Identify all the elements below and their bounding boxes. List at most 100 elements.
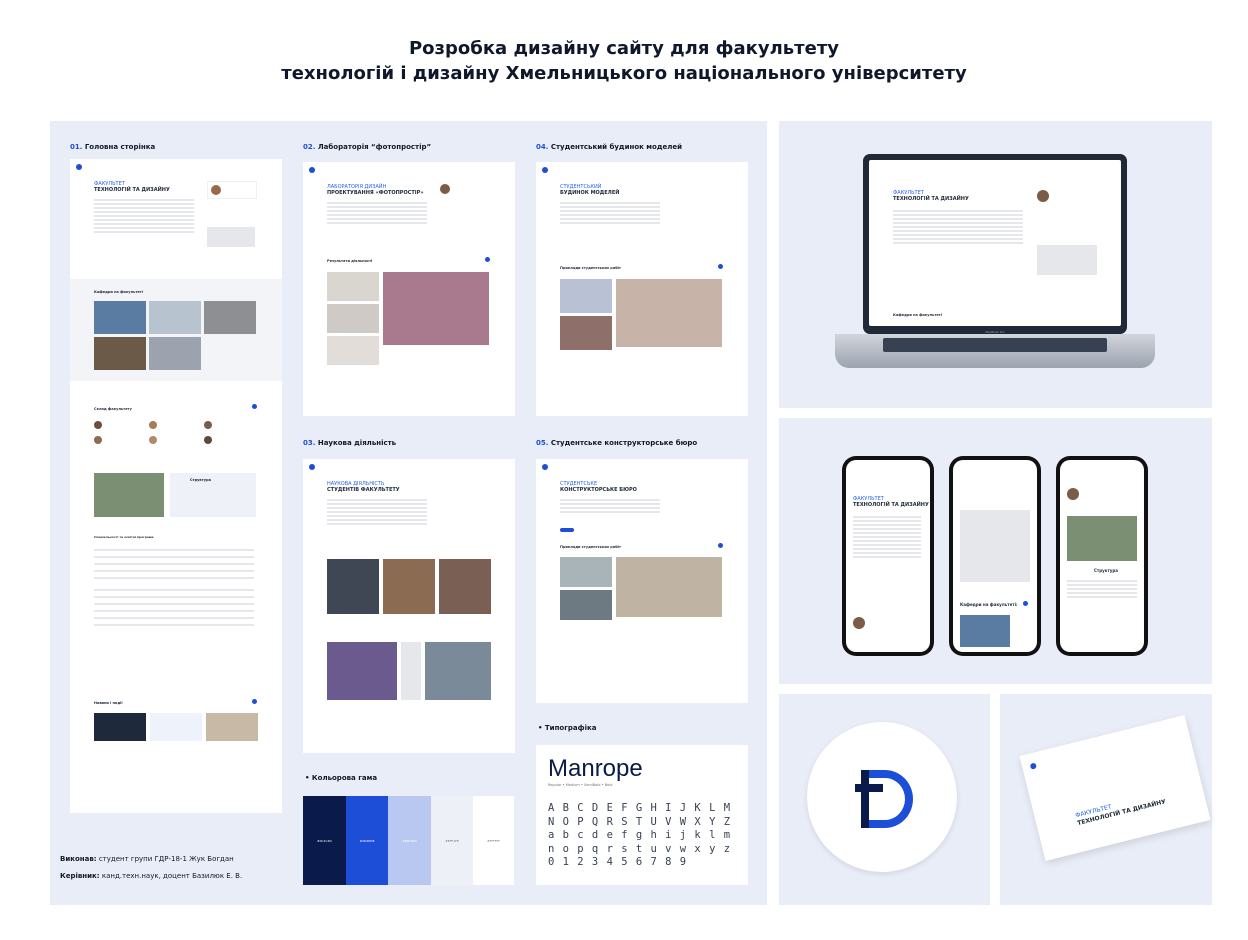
news-image	[206, 713, 258, 741]
page-title: Розробка дизайну сайту для факультету те…	[281, 38, 967, 84]
keyboard	[883, 338, 1107, 352]
logo-icon	[309, 464, 315, 470]
science-photo	[383, 559, 435, 614]
map-thumbnail	[207, 227, 255, 247]
science-page-mockup: НАУКОВА ДІЯЛЬНІСТЬ СТУДЕНТІВ ФАКУЛЬТЕТУ	[303, 459, 515, 753]
science-hero-title: НАУКОВА ДІЯЛЬНІСТЬ СТУДЕНТІВ ФАКУЛЬТЕТУ	[327, 481, 400, 493]
card-title: ФАКУЛЬТЕТ ТЕХНОЛОГІЙ ТА ДИЗАЙНУ	[1074, 798, 1167, 828]
staff-heading: Склад факультету	[94, 407, 132, 411]
credit-advisor: Керівник: канд.техн.наук, доцент Базилюк…	[60, 872, 243, 880]
lab-photo	[327, 272, 379, 301]
science-photo	[425, 642, 491, 700]
structure-card: Структура	[170, 473, 256, 517]
science-photo	[327, 642, 397, 700]
font-weights: Regular • Medium • SemiBold • Bold	[548, 783, 613, 787]
bureau-photo-large	[616, 557, 722, 617]
programs-table	[94, 549, 254, 628]
avatar	[853, 617, 865, 629]
lab-photo	[327, 336, 379, 365]
font-name: Manrope	[548, 755, 643, 782]
bureau-photo	[560, 590, 612, 620]
slider-button	[485, 257, 490, 262]
color-swatch-light-blue: #BBC8F0	[388, 796, 431, 885]
phone-text	[853, 516, 921, 560]
phone-photo	[1067, 516, 1137, 561]
bureau-photo	[560, 557, 612, 587]
laptop-block-heading: Кафедри на факультеті	[893, 313, 942, 317]
logo-icon	[76, 164, 82, 170]
map-thumbnail	[1037, 245, 1097, 275]
results-heading: Результати діяльності	[327, 259, 373, 263]
slider-button	[718, 264, 723, 269]
avatar	[440, 184, 450, 194]
palette-label: • Кольорова гама	[305, 774, 378, 782]
color-swatch-pale: #EFF1F8	[431, 796, 473, 885]
sticker-panel	[779, 694, 990, 905]
phone-text	[1067, 580, 1137, 600]
logo-icon	[1029, 762, 1037, 770]
logo-icon	[309, 167, 315, 173]
logo-icon	[542, 167, 548, 173]
fashion-photo	[560, 316, 612, 350]
news-image	[150, 713, 202, 741]
tab-active[interactable]	[560, 528, 574, 532]
home-page-mockup: ФАКУЛЬТЕТ ТЕХНОЛОГІЙ ТА ДИЗАЙНУ Кафедри н…	[70, 159, 282, 813]
dean-card	[207, 181, 257, 199]
logo-icon	[542, 464, 548, 470]
logo-sticker	[807, 722, 957, 872]
bureau-hero-title: СТУДЕНТСЬКЕ КОНСТРУКТОРСЬКЕ БЮРО	[560, 481, 637, 493]
models-hero-title: СТУДЕНТСЬКИЙ БУДИНОК МОДЕЛЕЙ	[560, 184, 620, 196]
news-next-button	[252, 699, 257, 704]
phone-2: Кафедри на факультеті:	[949, 456, 1041, 656]
color-swatch-navy: #0C1C4D	[303, 796, 346, 885]
phone-hero-title: ФАКУЛЬТЕТ ТЕХНОЛОГІЙ ТА ДИЗАЙНУ	[853, 496, 929, 508]
home-hero-text	[94, 199, 194, 235]
faculty-logo-icon	[855, 770, 913, 828]
science-hero-text	[327, 499, 427, 527]
laptop-base	[835, 334, 1155, 368]
bureau-page-mockup: СТУДЕНТСЬКЕ КОНСТРУКТОРСЬКЕ БЮРО Приклади…	[536, 459, 748, 703]
business-card: ФАКУЛЬТЕТ ТЕХНОЛОГІЙ ТА ДИЗАЙНУ	[1019, 715, 1211, 861]
color-palette: #0C1C4D #2D4ED8 #BBC8F0 #EFF1F8 #FFFFFF	[303, 796, 514, 885]
phones-mockup-panel: ФАКУЛЬТЕТ ТЕХНОЛОГІЙ ТА ДИЗАЙНУ Кафедри н…	[779, 418, 1212, 684]
left-panel: 01. Головна сторінка 02. Лабораторія “фо…	[50, 121, 767, 905]
science-photo	[439, 559, 491, 614]
section-label-science: 03. Наукова діяльність	[303, 439, 397, 447]
laptop-mockup-panel: ФАКУЛЬТЕТ ТЕХНОЛОГІЙ ТА ДИЗАЙНУ Кафедри н…	[779, 121, 1212, 408]
slider-button	[1023, 601, 1028, 606]
section-label-home: 01. Головна сторінка	[70, 143, 156, 151]
phone-block-heading: Кафедри на факультеті:	[960, 602, 1018, 607]
section-label-lab: 02. Лабораторія “фотопростір”	[303, 143, 432, 151]
slider-button	[718, 543, 723, 548]
laptop-hero-title: ФАКУЛЬТЕТ ТЕХНОЛОГІЙ ТА ДИЗАЙНУ	[893, 190, 969, 202]
character-set: A B C D E F G H I J K L M N O P Q R S T …	[548, 802, 732, 868]
laptop-text	[893, 210, 1023, 246]
departments-block: Кафедри на факультеті	[70, 279, 282, 381]
lab-hero-title: ЛАБОРАТОРІЯ ДИЗАЙН ПРОЕКТУВАННЯ «ФОТОПРОС…	[327, 184, 424, 196]
phone-1: ФАКУЛЬТЕТ ТЕХНОЛОГІЙ ТА ДИЗАЙНУ	[842, 456, 934, 656]
bureau-hero-text	[560, 499, 660, 515]
programs-heading: Спеціальності та освітні програми	[94, 535, 154, 539]
avatar	[1037, 190, 1049, 202]
lab-page-mockup: ЛАБОРАТОРІЯ ДИЗАЙН ПРОЕКТУВАННЯ «ФОТОПРОС…	[303, 162, 515, 416]
section-label-bureau: 05. Студентське конструкторське бюро	[536, 439, 698, 447]
campus-photo	[94, 473, 164, 517]
color-swatch-white: #FFFFFF	[473, 796, 514, 885]
models-hero-text	[560, 202, 660, 226]
fashion-photo-large	[616, 279, 722, 347]
works-heading: Приклади студентських робіт	[560, 545, 621, 549]
phone-3: Структура	[1056, 456, 1148, 656]
models-page-mockup: СТУДЕНТСЬКИЙ БУДИНОК МОДЕЛЕЙ Приклади сту…	[536, 162, 748, 416]
phone-photo	[960, 615, 1010, 647]
typography-card: Manrope Regular • Medium • SemiBold • Bo…	[536, 745, 748, 885]
credit-author: Виконав: студент групи ГДР-18-1 Жук Богд…	[60, 855, 234, 863]
map-thumbnail	[960, 510, 1030, 582]
science-photo	[327, 559, 379, 614]
avatar	[1067, 488, 1079, 500]
section-label-models: 04. Студентський будинок моделей	[536, 143, 683, 151]
laptop-screen: ФАКУЛЬТЕТ ТЕХНОЛОГІЙ ТА ДИЗАЙНУ Кафедри н…	[863, 154, 1127, 334]
typography-label: • Типографіка	[538, 724, 597, 732]
news-image	[94, 713, 146, 741]
lab-photo-large	[383, 272, 489, 345]
color-swatch-blue: #2D4ED8	[346, 796, 388, 885]
